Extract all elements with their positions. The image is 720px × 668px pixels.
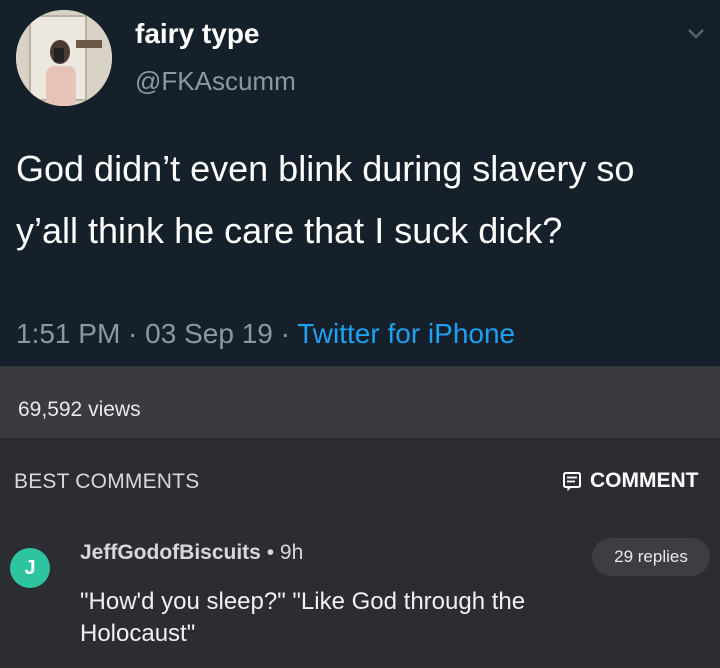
commenter-line: JeffGodofBiscuits • 9h: [80, 541, 303, 565]
comment-time-separator: •: [260, 541, 280, 564]
meta-separator: ·: [120, 318, 146, 349]
view-count: 69,592 views: [18, 398, 141, 421]
comment-button-label: COMMENT: [590, 469, 699, 492]
tweet-source-link[interactable]: Twitter for iPhone: [297, 318, 515, 349]
comment-time: 9h: [279, 541, 304, 564]
tweet-date: 03 Sep 19: [145, 318, 273, 349]
chevron-down-icon[interactable]: [686, 26, 706, 42]
tweet-author-avatar[interactable]: [16, 10, 112, 106]
tweet-author-name[interactable]: fairy type: [135, 18, 260, 50]
replies-button[interactable]: 29 replies: [592, 538, 710, 576]
commenter-username[interactable]: JeffGodofBiscuits: [80, 541, 261, 564]
meta-separator: ·: [272, 318, 298, 349]
comment-icon: [563, 472, 581, 491]
tweet-text: God didn’t even blink during slavery so …: [16, 148, 635, 251]
tweet-time: 1:51 PM: [16, 318, 121, 349]
tweet-card: fairy type @FKAscumm God didn’t even bli…: [0, 0, 720, 366]
comment-button[interactable]: COMMENT: [562, 466, 699, 496]
best-comments-label[interactable]: BEST COMMENTS: [14, 470, 199, 494]
tweet-author-handle[interactable]: @FKAscumm: [135, 66, 296, 97]
profile-photo-icon: [16, 10, 112, 106]
commenter-avatar[interactable]: J: [10, 548, 50, 588]
tweet-meta: 1:51 PM · 03 Sep 19 · Twitter for iPhone: [16, 318, 515, 350]
comment-text: "How'd you sleep?" "Like God through the…: [80, 588, 526, 647]
